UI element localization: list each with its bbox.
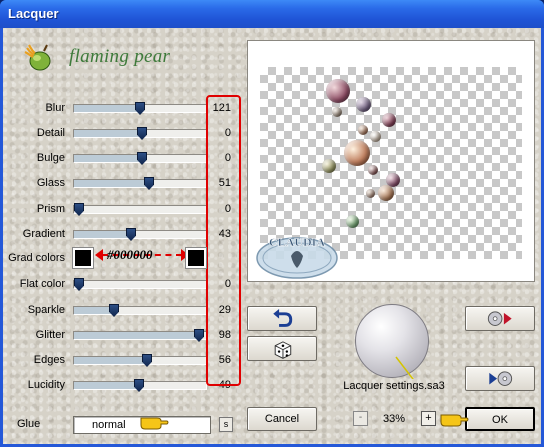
lacquer-bead (332, 107, 342, 117)
sparkle-slider-fill (74, 307, 111, 314)
glitter-label: Glitter (35, 329, 65, 341)
undo-button[interactable] (247, 306, 317, 331)
ok-button[interactable]: OK (465, 407, 535, 431)
prism-slider[interactable] (73, 203, 207, 216)
grad-color-2-swatch[interactable] (185, 247, 207, 269)
brand-name: flaming pear (69, 46, 171, 67)
lacquer-bead (370, 131, 381, 142)
lucidity-slider-fill (74, 382, 136, 389)
title-bar[interactable]: Lacquer (0, 0, 544, 28)
lacquer-bead (344, 140, 370, 166)
flat-color-slider[interactable] (73, 278, 207, 291)
dialog-window: Lacquer flaming pear Blur 121 Detail 0 Bulge… (0, 0, 544, 447)
sparkle-slider[interactable] (73, 304, 207, 317)
glitter-slider-thumb[interactable] (194, 329, 204, 342)
values-highlight-box (206, 95, 241, 386)
load-preset-button[interactable] (465, 306, 535, 331)
lacquer-bead (366, 189, 375, 198)
sparkle-label: Sparkle (27, 304, 65, 316)
cancel-button[interactable]: Cancel (247, 407, 317, 431)
save-preset-button[interactable] (465, 366, 535, 391)
save-preset-icon (489, 371, 513, 386)
gradient-slider-thumb[interactable] (126, 228, 136, 241)
lucidity-label: Lucidity (27, 379, 65, 391)
pointing-hand-icon (440, 414, 469, 427)
glass-label: Glass (36, 177, 65, 189)
bulge-slider-fill (74, 155, 140, 162)
glitter-slider-fill (74, 332, 197, 339)
edges-slider-thumb[interactable] (142, 354, 152, 367)
stamp-text: CLAUDIA (269, 235, 325, 249)
detail-slider[interactable] (73, 127, 207, 140)
lacquer-bead (326, 79, 350, 103)
detail-slider-fill (74, 130, 140, 137)
settings-filename: Lacquer settings.sa3 (343, 380, 445, 392)
bulge-slider[interactable] (73, 152, 207, 165)
bulge-slider-thumb[interactable] (137, 152, 147, 165)
load-preset-icon (487, 311, 512, 326)
dial-needle-icon (395, 356, 414, 379)
glue-label: Glue (17, 418, 41, 430)
lucidity-slider[interactable] (73, 379, 207, 392)
detail-label: Detail (36, 127, 65, 139)
dialog-body: flaming pear Blur 121 Detail 0 Bulge 0 Glass 51… (3, 28, 541, 444)
glass-slider-fill (74, 180, 146, 187)
bulge-label: Bulge (36, 152, 65, 164)
glue-value: normal (92, 419, 126, 431)
grad-color-1-swatch[interactable] (72, 247, 94, 269)
window-title: Lacquer (8, 6, 59, 21)
pear-logo-icon (24, 44, 51, 71)
lacquer-bead (382, 113, 396, 127)
blur-slider[interactable] (73, 102, 207, 115)
glue-s-button[interactable]: s (219, 417, 233, 432)
zoom-in-button[interactable]: + (421, 411, 436, 426)
gradient-slider-fill (74, 231, 128, 238)
prism-slider-thumb[interactable] (74, 203, 84, 216)
glass-slider-thumb[interactable] (144, 177, 154, 190)
lacquer-angle-dial[interactable] (355, 304, 429, 379)
watermark-stamp: CLAUDIA (256, 235, 338, 279)
zoom-out-button[interactable]: - (353, 411, 368, 426)
grad-color-annotation: #000000 (107, 247, 153, 262)
blur-label: Blur (45, 102, 65, 114)
gradient-slider[interactable] (73, 228, 207, 241)
lucidity-slider-thumb[interactable] (134, 379, 144, 392)
glass-slider[interactable] (73, 177, 207, 190)
edges-slider[interactable] (73, 354, 207, 367)
flat-color-slider-thumb[interactable] (74, 278, 84, 291)
sparkle-slider-thumb[interactable] (109, 304, 119, 317)
dice-icon (274, 341, 292, 359)
flat-color-label: Flat color (19, 278, 65, 290)
lacquer-bead (368, 165, 378, 175)
blur-slider-thumb[interactable] (135, 102, 145, 115)
undo-arrow-icon (273, 308, 293, 327)
lacquer-bead (378, 185, 394, 201)
detail-slider-thumb[interactable] (137, 127, 147, 140)
edges-slider-fill (74, 357, 145, 364)
lacquer-bead (322, 159, 336, 173)
glitter-slider[interactable] (73, 329, 207, 342)
lacquer-bead (356, 97, 371, 112)
edges-label: Edges (33, 354, 65, 366)
blur-slider-fill (74, 105, 137, 112)
zoom-level: 33% (383, 413, 406, 425)
lacquer-bead (358, 125, 368, 135)
prism-label: Prism (36, 203, 65, 215)
lacquer-bead (346, 215, 359, 228)
grad-colors-label: Grad colors (8, 252, 65, 264)
pointing-hand-icon (140, 417, 169, 430)
random-button[interactable] (247, 336, 317, 361)
gradient-label: Gradient (22, 228, 65, 240)
